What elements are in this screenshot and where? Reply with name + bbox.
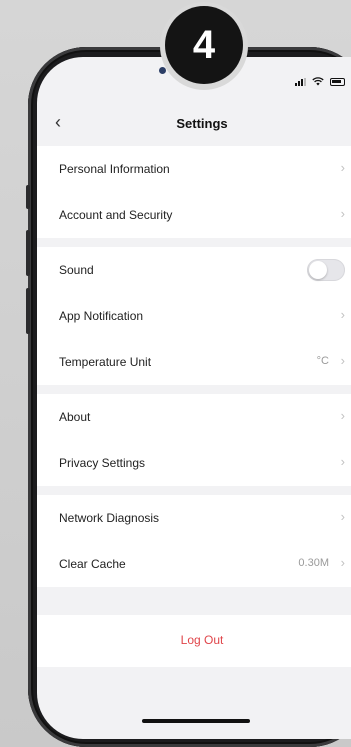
chevron-right-icon: › — [340, 509, 345, 524]
page-title: Settings — [176, 116, 228, 131]
chevron-right-icon: › — [340, 353, 345, 368]
row-label: Clear Cache — [59, 557, 126, 571]
cache-size-value: 0.30M — [298, 557, 329, 569]
row-account-and-security[interactable]: Account and Security › — [37, 192, 351, 238]
signal-icon — [295, 77, 306, 86]
row-label: Network Diagnosis — [59, 511, 160, 525]
row-label: Personal Information — [59, 162, 170, 176]
phone-screen: ‹ Settings Personal Information › Accoun… — [37, 57, 351, 739]
temperature-unit-value: °C — [316, 355, 329, 367]
row-privacy-settings[interactable]: Privacy Settings › — [37, 440, 351, 486]
settings-group-system: Network Diagnosis › Clear Cache 0.30M › — [37, 495, 351, 587]
wifi-icon — [312, 77, 324, 86]
volume-up-button — [26, 230, 30, 276]
logout-label: Log Out — [180, 633, 224, 647]
nav-bar: ‹ Settings — [37, 105, 351, 141]
row-label: Temperature Unit — [59, 355, 152, 369]
row-personal-information[interactable]: Personal Information › — [37, 146, 351, 192]
screenshot-stage: ‹ Settings Personal Information › Accoun… — [0, 0, 351, 747]
row-temperature-unit[interactable]: Temperature Unit °C › — [37, 339, 351, 385]
settings-group-info: About › Privacy Settings › — [37, 394, 351, 486]
sound-toggle[interactable] — [307, 259, 345, 281]
chevron-right-icon: › — [340, 555, 345, 570]
chevron-right-icon: › — [340, 206, 345, 221]
chevron-right-icon: › — [340, 408, 345, 423]
chevron-right-icon: › — [340, 454, 345, 469]
status-icons — [295, 77, 345, 86]
chevron-right-icon: › — [340, 307, 345, 322]
row-label: Sound — [59, 263, 94, 277]
logout-button[interactable]: Log Out — [37, 615, 351, 667]
chevron-right-icon: › — [340, 160, 345, 175]
row-label: Account and Security — [59, 208, 173, 222]
settings-group-preferences: Sound App Notification › Temperature Uni… — [37, 247, 351, 385]
row-label: App Notification — [59, 309, 144, 323]
step-badge: 4 — [165, 6, 243, 84]
row-about[interactable]: About › — [37, 394, 351, 440]
row-label: Privacy Settings — [59, 456, 146, 470]
row-label: About — [59, 410, 91, 424]
row-network-diagnosis[interactable]: Network Diagnosis › — [37, 495, 351, 541]
settings-group-account: Personal Information › Account and Secur… — [37, 146, 351, 238]
mute-switch — [26, 185, 30, 209]
row-clear-cache[interactable]: Clear Cache 0.30M › — [37, 541, 351, 587]
home-indicator[interactable] — [142, 719, 250, 723]
row-sound: Sound — [37, 247, 351, 293]
battery-icon — [330, 77, 345, 86]
row-app-notification[interactable]: App Notification › — [37, 293, 351, 339]
volume-down-button — [26, 288, 30, 334]
